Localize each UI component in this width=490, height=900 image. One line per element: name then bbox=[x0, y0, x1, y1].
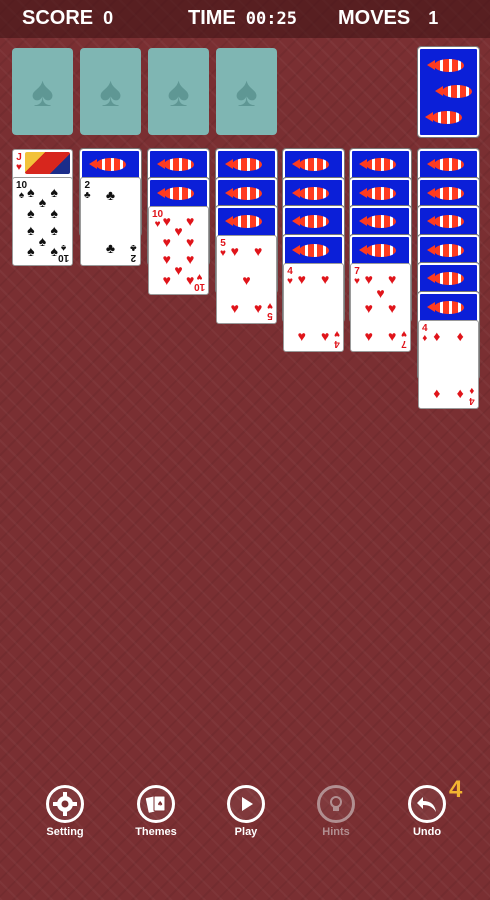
clownfish-icon bbox=[156, 157, 194, 171]
card-corner: 2 ♣ bbox=[84, 180, 91, 201]
card-pips: ♠ ♠ ♠ ♠ ♠ ♠ ♠ ♠ ♠ ♠ bbox=[27, 183, 58, 260]
card-corner: 5 ♥ bbox=[220, 238, 226, 259]
card-pips: ♥ ♥ ♥ ♥ ♥ ♥ ♥ bbox=[364, 271, 397, 344]
moves-label: MOVES bbox=[338, 7, 411, 29]
spade-icon: ♠ bbox=[99, 67, 122, 115]
jack-face-icon bbox=[25, 152, 70, 174]
clownfish-icon bbox=[358, 186, 396, 200]
themes-button[interactable]: ♠ Themes bbox=[126, 785, 186, 838]
clownfish-icon bbox=[291, 243, 329, 257]
spade-icon: ♠ bbox=[235, 67, 258, 115]
stock-pile[interactable] bbox=[417, 46, 480, 138]
time-label: TIME bbox=[188, 7, 236, 29]
status-bar: SCORE 0 TIME 00:25 MOVES 1 bbox=[0, 0, 490, 38]
clownfish-icon bbox=[291, 214, 329, 228]
clownfish-icon bbox=[426, 271, 464, 285]
card-corner: 10 ♠ bbox=[57, 242, 69, 263]
spade-icon: ♠ bbox=[167, 67, 190, 115]
score-value: 0 bbox=[103, 8, 114, 28]
cards-icon: ♠ bbox=[137, 785, 175, 823]
undo-button[interactable]: Undo bbox=[397, 785, 457, 838]
score-label: SCORE bbox=[22, 7, 94, 29]
card-corner: 5 ♥ bbox=[267, 300, 273, 321]
clownfish-icon bbox=[358, 243, 396, 257]
clownfish-icon bbox=[291, 157, 329, 171]
card-pips: ♥ ♥ ♥ ♥ ♥ ♥ ♥ ♥ ♥ ♥ bbox=[162, 212, 195, 289]
clownfish-icon bbox=[358, 157, 396, 171]
clownfish-icon bbox=[426, 186, 464, 200]
tableau-card-five-hearts[interactable]: 5 ♥ ♥ ♥ ♥ ♥ ♥ 5 ♥ bbox=[216, 235, 277, 324]
undo-label: Undo bbox=[412, 826, 442, 838]
card-pips: ♣ ♣ bbox=[105, 186, 116, 257]
play-label: Play bbox=[234, 826, 258, 838]
foundation-slot-3[interactable]: ♠ bbox=[148, 48, 209, 135]
clownfish-icon bbox=[291, 186, 329, 200]
card-pips: ♥ ♥ ♥ ♥ ♥ bbox=[230, 243, 263, 316]
tableau-card-ten-spades[interactable]: 10 ♠ ♠ ♠ ♠ ♠ ♠ ♠ ♠ ♠ ♠ ♠ 10 ♠ bbox=[12, 177, 73, 266]
card-corner: 4 ♦ bbox=[469, 385, 475, 406]
card-corner: 4 ♥ bbox=[334, 328, 340, 349]
card-corner: 4 ♥ bbox=[287, 266, 293, 287]
clownfish-icon bbox=[435, 85, 472, 98]
play-icon bbox=[227, 785, 265, 823]
themes-label: Themes bbox=[135, 826, 177, 838]
clownfish-icon bbox=[427, 59, 464, 72]
play-button[interactable]: Play bbox=[216, 785, 276, 838]
card-pips: ♥ ♥ ♥ ♥ bbox=[297, 271, 330, 344]
foundation-slot-2[interactable]: ♠ bbox=[80, 48, 141, 135]
hints-label: Hints bbox=[322, 826, 350, 838]
spade-icon: ♠ bbox=[31, 67, 54, 115]
score-display: SCORE 0 bbox=[22, 7, 113, 30]
card-corner: 7 ♥ bbox=[354, 266, 360, 287]
hints-button[interactable]: Hints bbox=[306, 785, 366, 838]
time-display: TIME 00:25 bbox=[188, 7, 297, 30]
card-corner: J ♥ bbox=[16, 152, 22, 173]
lightbulb-icon bbox=[317, 785, 355, 823]
clownfish-icon bbox=[426, 300, 464, 314]
tableau-card-seven-hearts[interactable]: 7 ♥ ♥ ♥ ♥ ♥ ♥ ♥ ♥ 7 ♥ bbox=[350, 263, 411, 352]
moves-display: MOVES 1 bbox=[338, 7, 438, 30]
tableau-card-two-clubs[interactable]: 2 ♣ ♣ ♣ 2 ♣ bbox=[80, 177, 141, 266]
card-pips: ♦ ♦ ♦ ♦ bbox=[433, 328, 464, 401]
setting-button[interactable]: Setting bbox=[35, 785, 95, 838]
tableau-card-four-hearts[interactable]: 4 ♥ ♥ ♥ ♥ ♥ 4 ♥ bbox=[283, 263, 344, 352]
card-corner: 7 ♥ bbox=[401, 328, 407, 349]
undo-icon bbox=[408, 785, 446, 823]
tableau-card-four-diamonds[interactable]: 4 ♦ ♦ ♦ ♦ ♦ 4 ♦ bbox=[418, 320, 479, 409]
foundation-slot-4[interactable]: ♠ bbox=[216, 48, 277, 135]
clownfish-icon bbox=[224, 157, 262, 171]
clownfish-icon bbox=[88, 157, 126, 171]
setting-label: Setting bbox=[46, 826, 84, 838]
tableau-card-ten-hearts[interactable]: 10 ♥ ♥ ♥ ♥ ♥ ♥ ♥ ♥ ♥ ♥ ♥ 10 ♥ bbox=[148, 206, 209, 295]
card-corner: 2 ♣ bbox=[130, 242, 137, 263]
clownfish-icon bbox=[426, 157, 464, 171]
svg-text:♠: ♠ bbox=[157, 800, 163, 808]
clownfish-icon bbox=[425, 111, 462, 124]
card-corner: 4 ♦ bbox=[422, 323, 428, 344]
clownfish-icon bbox=[224, 214, 262, 228]
clownfish-icon bbox=[426, 214, 464, 228]
clownfish-icon bbox=[426, 243, 464, 257]
undo-count-badge: 4 bbox=[449, 776, 463, 803]
clownfish-icon bbox=[358, 214, 396, 228]
time-value: 00:25 bbox=[245, 9, 297, 29]
gear-icon bbox=[46, 785, 84, 823]
moves-value: 1 bbox=[428, 8, 439, 28]
card-corner: 10 ♥ bbox=[193, 271, 205, 292]
foundation-slot-1[interactable]: ♠ bbox=[12, 48, 73, 135]
clownfish-icon bbox=[224, 186, 262, 200]
clownfish-icon bbox=[156, 186, 194, 200]
